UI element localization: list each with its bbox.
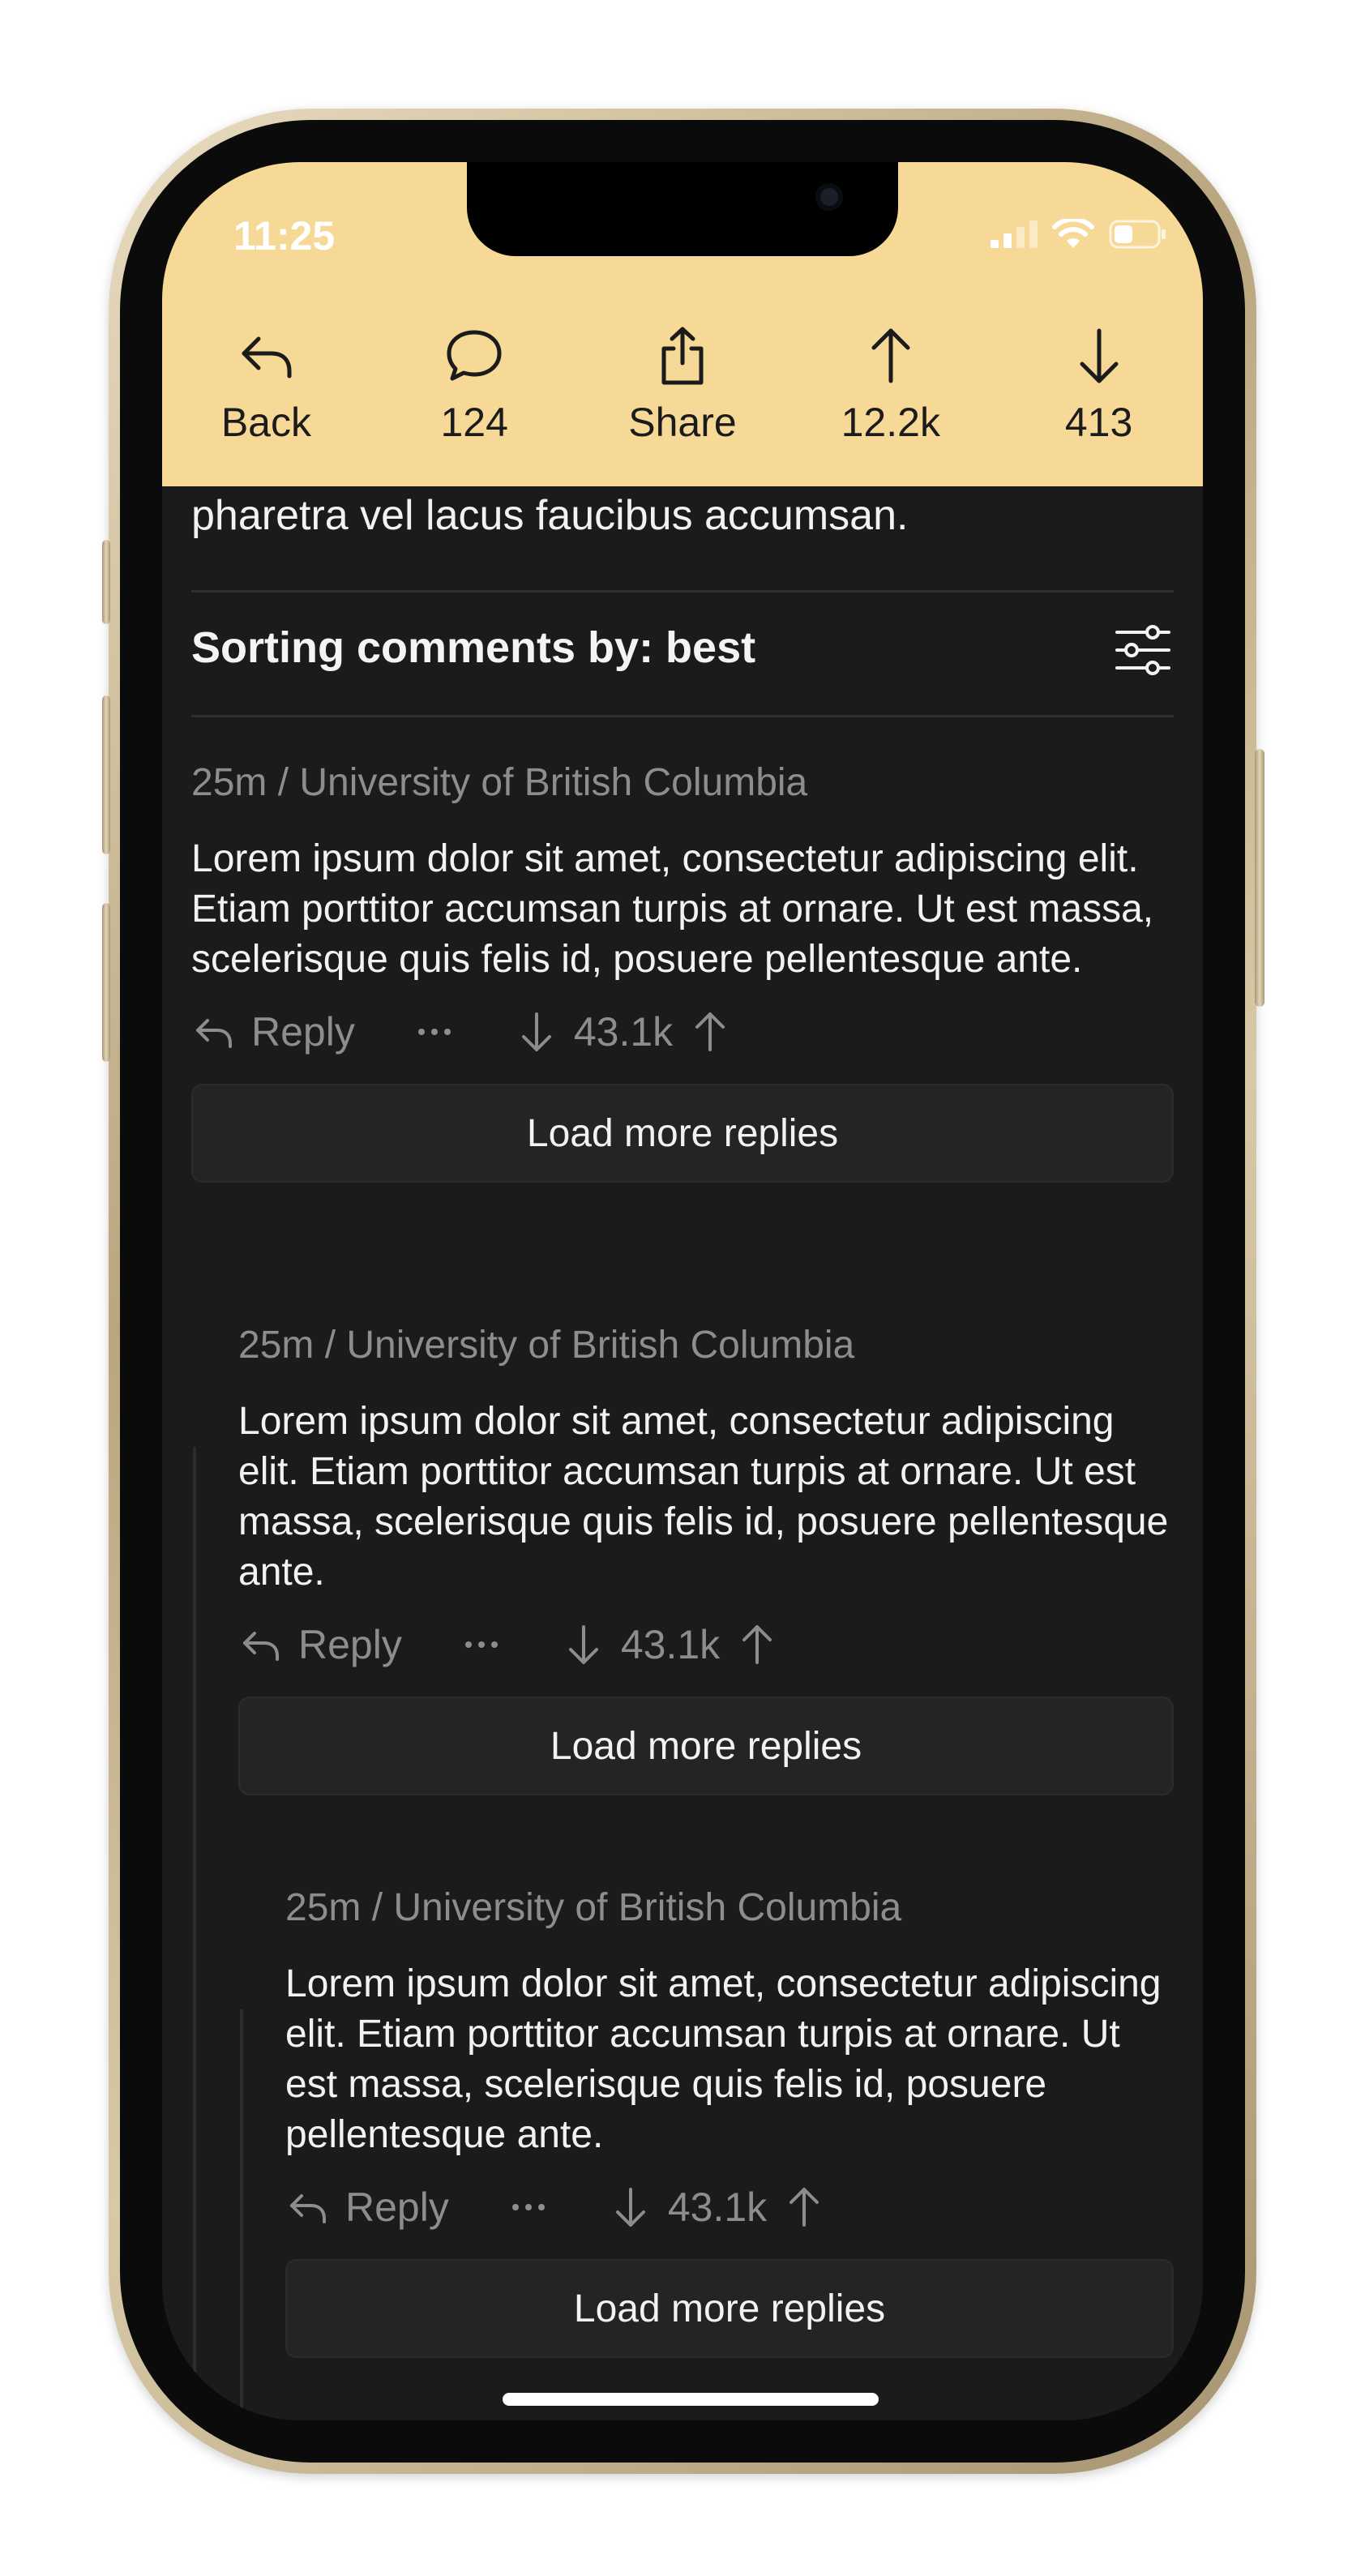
load-more-replies-button[interactable]: Load more replies [191, 1084, 1174, 1183]
power-button [1255, 749, 1264, 1007]
reply-label: Reply [298, 1622, 402, 1667]
comment-score: 43.1k [620, 1622, 721, 1667]
comments-button[interactable]: 124 [370, 324, 579, 486]
more-dots-icon [464, 1641, 498, 1648]
more-dots-icon [511, 2204, 545, 2210]
comment: 25m / University of British Columbia Lor… [191, 760, 1174, 1183]
thread-line [240, 2009, 243, 2420]
volume-up-button [102, 695, 110, 854]
post-body-text: pharetra vel lacus faucibus accumsan. [191, 492, 909, 539]
back-arrow-icon [242, 336, 292, 379]
share-button[interactable]: Share [579, 324, 787, 486]
more-options-button[interactable] [506, 2184, 551, 2230]
home-indicator[interactable] [503, 2393, 879, 2406]
downvote-icon[interactable] [561, 1622, 606, 1667]
battery-icon [1109, 220, 1166, 249]
silent-switch [102, 540, 110, 624]
comment-meta: 25m / University of British Columbia [238, 1324, 855, 1367]
reply-button[interactable]: Reply [238, 1621, 402, 1668]
comment-score: 43.1k [573, 1009, 674, 1055]
reply-arrow-icon [243, 1632, 279, 1661]
more-options-button[interactable] [459, 1622, 504, 1667]
upvote-count: 12.2k [841, 400, 940, 445]
comment-text: Lorem ipsum dolor sit amet, consectetur … [191, 837, 1154, 981]
downvote-arrow-icon [1080, 328, 1119, 383]
comment-meta: 25m / University of British Columbia [285, 1886, 902, 1929]
downvote-button[interactable]: 413 [995, 324, 1203, 486]
comment-actions: Reply 43.1k [238, 1615, 1174, 1674]
notch [467, 162, 898, 256]
back-label: Back [220, 400, 311, 445]
comment-actions: Reply 43.1k [191, 1003, 1174, 1061]
front-camera [815, 183, 843, 211]
divider [191, 590, 1174, 593]
vote-controls: 43.1k [561, 1621, 780, 1668]
signal-icon [991, 220, 1038, 248]
volume-down-button [102, 903, 110, 1062]
wifi-icon [1052, 219, 1094, 248]
reply-label: Reply [251, 1009, 355, 1055]
comment-text: Lorem ipsum dolor sit amet, consectetur … [285, 1962, 1162, 2156]
comment-meta: 25m / University of British Columbia [191, 761, 808, 804]
comment-text: Lorem ipsum dolor sit amet, consectetur … [238, 1400, 1169, 1594]
filter-sliders-icon[interactable] [1114, 621, 1172, 679]
load-more-replies-button[interactable]: Load more replies [285, 2259, 1174, 2358]
vote-controls: 43.1k [514, 1008, 733, 1055]
back-button[interactable]: Back [162, 324, 370, 486]
comment-actions: Reply 43.1k [285, 2178, 1174, 2236]
reply-arrow-icon [196, 1019, 232, 1048]
comment-bubble-icon [447, 330, 502, 381]
vote-controls: 43.1k [608, 2184, 827, 2231]
more-options-button[interactable] [412, 1009, 457, 1055]
more-dots-icon [417, 1029, 451, 1035]
reply-button[interactable]: Reply [191, 1008, 355, 1055]
comment: 25m / University of British Columbia Lor… [285, 1885, 1174, 2358]
comment-score: 43.1k [667, 2184, 768, 2230]
share-icon [661, 327, 704, 385]
reply-label: Reply [345, 2184, 449, 2230]
sort-label: Sorting comments by: best [191, 623, 756, 672]
downvote-count: 413 [1064, 400, 1133, 445]
load-more-replies-button[interactable]: Load more replies [238, 1697, 1174, 1795]
upvote-button[interactable]: 12.2k [786, 324, 995, 486]
divider [191, 715, 1174, 717]
comment: 25m / University of British Columbia Lor… [238, 1323, 1174, 1795]
post-toolbar: Back 124 Share 12.2k 413 [162, 324, 1203, 486]
status-time: 11:25 [233, 213, 336, 259]
thread-line [193, 1447, 196, 2420]
upvote-icon[interactable] [687, 1009, 733, 1055]
upvote-icon[interactable] [781, 2184, 827, 2230]
upvote-arrow-icon [871, 328, 910, 383]
status-icons [991, 219, 1167, 250]
downvote-icon[interactable] [514, 1009, 559, 1055]
reply-button[interactable]: Reply [285, 2184, 449, 2231]
app-screen: 11:25 Back 124 Share 12.2k 413 pharetra … [162, 162, 1203, 2420]
upvote-icon[interactable] [734, 1622, 780, 1667]
downvote-icon[interactable] [608, 2184, 653, 2230]
share-label: Share [628, 400, 737, 445]
comments-count: 124 [440, 400, 508, 445]
reply-arrow-icon [290, 2194, 326, 2223]
top-header: 11:25 Back 124 Share 12.2k 413 [162, 162, 1203, 486]
